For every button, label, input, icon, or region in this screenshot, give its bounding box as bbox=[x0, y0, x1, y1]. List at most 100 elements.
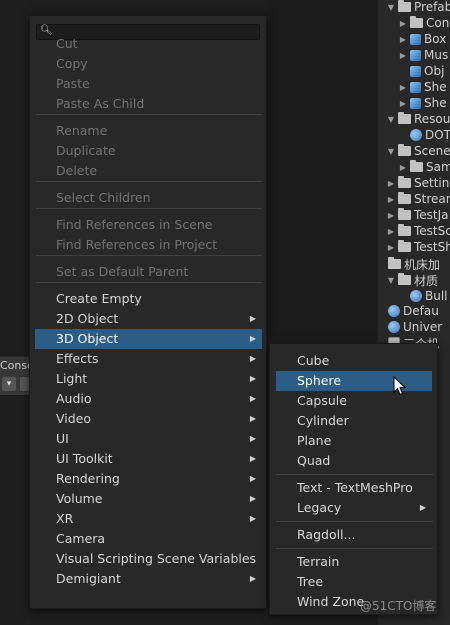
menu-item-label: Copy bbox=[56, 56, 88, 71]
menu-item-paste[interactable]: Paste bbox=[35, 74, 262, 94]
menu-item-camera[interactable]: Camera bbox=[35, 529, 262, 549]
menu-item-audio[interactable]: Audio ▶ bbox=[35, 389, 262, 409]
submenu-item-cylinder[interactable]: Cylinder bbox=[276, 411, 432, 431]
project-tree-item[interactable]: ▶ TestJa bbox=[386, 207, 449, 223]
submenu-item-sphere[interactable]: Sphere bbox=[276, 371, 432, 391]
expand-down-icon[interactable]: ▼ bbox=[386, 276, 396, 285]
project-tree-item[interactable]: ▶ Box bbox=[398, 31, 446, 47]
menu-item-label: Visual Scripting Scene Variables bbox=[56, 551, 257, 566]
menu-item-2d-object[interactable]: 2D Object ▶ bbox=[35, 309, 262, 329]
menu-item-delete[interactable]: Delete bbox=[35, 161, 262, 181]
console-toolbar: Console ▾ bbox=[0, 356, 44, 396]
menu-item-effects[interactable]: Effects ▶ bbox=[35, 349, 262, 369]
menu-item-find-references-in-project[interactable]: Find References in Project bbox=[35, 235, 262, 255]
submenu-item-cube[interactable]: Cube bbox=[276, 351, 432, 371]
project-tree-item[interactable]: ▶ Settin bbox=[386, 175, 449, 191]
menu-item-rename[interactable]: Rename bbox=[35, 121, 262, 141]
menu-item-select-children[interactable]: Select Children bbox=[35, 188, 262, 208]
submenu-item-ragdoll[interactable]: Ragdoll... bbox=[276, 525, 432, 545]
submenu-arrow-icon: ▶ bbox=[249, 354, 256, 363]
project-tree-item[interactable]: ▶ TestSh bbox=[386, 239, 450, 255]
folder-icon bbox=[398, 176, 411, 188]
menu-item-visual-scripting-scene-variables[interactable]: Visual Scripting Scene Variables bbox=[35, 549, 262, 569]
expand-right-icon[interactable]: ▶ bbox=[386, 243, 396, 252]
menu-item-label: UI bbox=[56, 431, 69, 446]
project-tree-item[interactable]: ▶ She bbox=[398, 95, 447, 111]
menu-item-duplicate[interactable]: Duplicate bbox=[35, 141, 262, 161]
submenu-item-legacy[interactable]: Legacy ▶ bbox=[276, 498, 432, 518]
menu-item-copy[interactable]: Copy bbox=[35, 54, 262, 74]
menu-item-rendering[interactable]: Rendering ▶ bbox=[35, 469, 262, 489]
project-tree-item[interactable]: ▶ She bbox=[398, 79, 447, 95]
project-tree-item[interactable]: ▼ Prefab bbox=[386, 0, 450, 15]
expand-right-icon[interactable]: ▶ bbox=[398, 51, 408, 60]
expand-right-icon[interactable]: ▶ bbox=[398, 99, 408, 108]
project-tree-item[interactable]: Bull bbox=[408, 288, 448, 304]
expand-right-icon[interactable]: ▶ bbox=[386, 227, 396, 236]
project-tree-item[interactable]: Univer bbox=[386, 319, 442, 335]
project-tree-item[interactable]: ▶ Strean bbox=[386, 191, 450, 207]
submenu-item-capsule[interactable]: Capsule bbox=[276, 391, 432, 411]
folder-icon bbox=[398, 112, 411, 124]
menu-item-cut[interactable]: Cut bbox=[35, 34, 262, 54]
menu-item-label: Video bbox=[56, 411, 92, 426]
submenu-arrow-icon: ▶ bbox=[249, 514, 256, 523]
menu-item-label: Light bbox=[56, 371, 88, 386]
submenu-item-text-textmeshpro[interactable]: Text - TextMeshPro bbox=[276, 478, 432, 498]
menu-item-create-empty[interactable]: Create Empty bbox=[35, 289, 262, 309]
menu-separator bbox=[36, 282, 262, 283]
project-tree-item[interactable]: ▼ Scene bbox=[386, 143, 450, 159]
menu-item-paste-as-child[interactable]: Paste As Child bbox=[35, 94, 262, 114]
project-tree-item[interactable]: Defau bbox=[386, 303, 439, 319]
expand-right-icon[interactable]: ▶ bbox=[398, 83, 408, 92]
project-tree-item[interactable]: ▶ Con bbox=[398, 15, 449, 31]
submenu-arrow-icon: ▶ bbox=[249, 574, 256, 583]
project-tree-item[interactable]: ▶ TestSc bbox=[386, 223, 450, 239]
folder-icon bbox=[388, 257, 401, 269]
project-tree-item[interactable]: Obj bbox=[408, 63, 444, 79]
menu-item-label: Select Children bbox=[56, 190, 151, 205]
project-tree-item[interactable]: DOT bbox=[408, 127, 450, 143]
submenu-item-terrain[interactable]: Terrain bbox=[276, 552, 432, 572]
menu-item-label: Rename bbox=[56, 123, 108, 138]
menu-item-find-references-in-scene[interactable]: Find References in Scene bbox=[35, 215, 262, 235]
menu-item-demigiant[interactable]: Demigiant ▶ bbox=[35, 569, 262, 589]
expand-right-icon[interactable]: ▶ bbox=[386, 211, 396, 220]
project-tree-item[interactable]: ▶ Sam bbox=[398, 159, 450, 175]
menu-item-video[interactable]: Video ▶ bbox=[35, 409, 262, 429]
project-tree-item[interactable]: ▼ Resou bbox=[386, 111, 450, 127]
submenu-item-quad[interactable]: Quad bbox=[276, 451, 432, 471]
project-tree-item[interactable]: 机床加 bbox=[386, 256, 440, 272]
menu-item-3d-object[interactable]: 3D Object ▶ bbox=[35, 329, 262, 349]
menu-item-ui-toolkit[interactable]: UI Toolkit ▶ bbox=[35, 449, 262, 469]
expand-right-icon[interactable]: ▶ bbox=[386, 195, 396, 204]
project-tree-item[interactable]: ▼ 材质 bbox=[386, 272, 438, 288]
project-tree-label: Resou bbox=[414, 112, 450, 126]
submenu-item-tree[interactable]: Tree bbox=[276, 572, 432, 592]
project-tree-item[interactable]: ▶ Mus bbox=[398, 47, 448, 63]
menu-item-ui[interactable]: UI ▶ bbox=[35, 429, 262, 449]
project-tree-label: Scene bbox=[414, 144, 450, 158]
expand-down-icon[interactable]: ▼ bbox=[386, 3, 396, 12]
project-tree-label: DOT bbox=[425, 128, 450, 142]
menu-separator bbox=[36, 255, 262, 256]
menu-item-set-as-default-parent[interactable]: Set as Default Parent bbox=[35, 262, 262, 282]
menu-item-xr[interactable]: XR ▶ bbox=[35, 509, 262, 529]
folder-icon bbox=[398, 144, 411, 156]
expand-right-icon[interactable]: ▶ bbox=[398, 19, 408, 28]
submenu-item-plane[interactable]: Plane bbox=[276, 431, 432, 451]
submenu-arrow-icon: ▶ bbox=[249, 414, 256, 423]
menu-item-light[interactable]: Light ▶ bbox=[35, 369, 262, 389]
asset-icon bbox=[388, 321, 400, 333]
submenu-item-label: Tree bbox=[297, 574, 324, 589]
project-tree-label: Defau bbox=[403, 304, 439, 318]
menu-item-volume[interactable]: Volume ▶ bbox=[35, 489, 262, 509]
expand-right-icon[interactable]: ▶ bbox=[386, 179, 396, 188]
menu-item-label: Volume bbox=[56, 491, 103, 506]
clear-dropdown-icon[interactable]: ▾ bbox=[2, 377, 16, 391]
expand-right-icon[interactable]: ▶ bbox=[398, 163, 408, 172]
expand-right-icon[interactable]: ▶ bbox=[398, 35, 408, 44]
expand-down-icon[interactable]: ▼ bbox=[386, 115, 396, 124]
expand-down-icon[interactable]: ▼ bbox=[386, 147, 396, 156]
project-tree-label: Mus bbox=[424, 48, 449, 62]
